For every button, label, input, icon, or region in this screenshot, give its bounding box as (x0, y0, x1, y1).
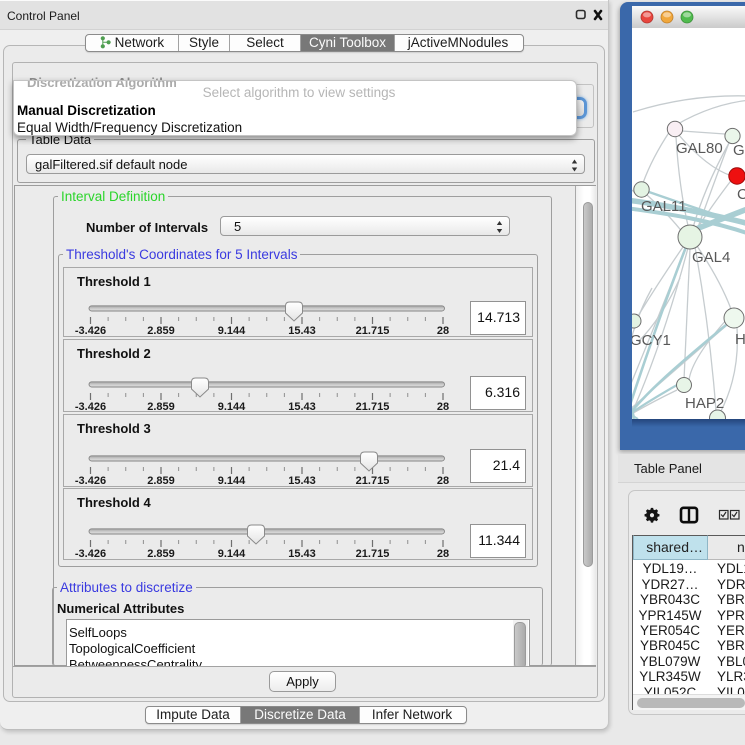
svg-text:GCY1: GCY1 (632, 332, 671, 349)
svg-text:-3.426: -3.426 (75, 325, 106, 337)
svg-text:28: 28 (437, 548, 449, 560)
svg-text:C…: C… (737, 186, 745, 203)
svg-text:2.859: 2.859 (147, 475, 175, 487)
svg-text:9.144: 9.144 (218, 401, 246, 413)
svg-text:9.144: 9.144 (218, 325, 246, 337)
svg-text:2.859: 2.859 (147, 548, 175, 560)
svg-text:G…: G… (733, 142, 745, 159)
svg-text:2.859: 2.859 (147, 401, 175, 413)
svg-text:HAP2: HAP2 (685, 395, 724, 412)
svg-text:15.43: 15.43 (288, 475, 316, 487)
svg-text:21.715: 21.715 (356, 401, 390, 413)
svg-text:2.859: 2.859 (147, 325, 175, 337)
svg-text:9.144: 9.144 (218, 548, 246, 560)
svg-text:21.715: 21.715 (356, 475, 390, 487)
svg-text:H…: H… (735, 331, 745, 348)
svg-text:-3.426: -3.426 (75, 548, 106, 560)
svg-text:-3.426: -3.426 (75, 475, 106, 487)
svg-text:15.43: 15.43 (288, 325, 316, 337)
svg-text:GAL80: GAL80 (676, 140, 723, 157)
svg-text:28: 28 (437, 325, 449, 337)
svg-text:9.144: 9.144 (218, 475, 246, 487)
svg-text:15.43: 15.43 (288, 548, 316, 560)
svg-text:21.715: 21.715 (356, 325, 390, 337)
svg-text:GAL4: GAL4 (692, 249, 730, 266)
svg-text:21.715: 21.715 (356, 548, 390, 560)
svg-text:GAL11: GAL11 (641, 198, 687, 215)
svg-text:28: 28 (437, 475, 449, 487)
svg-text:28: 28 (437, 401, 449, 413)
svg-text:15.43: 15.43 (288, 401, 316, 413)
svg-text:-3.426: -3.426 (75, 401, 106, 413)
